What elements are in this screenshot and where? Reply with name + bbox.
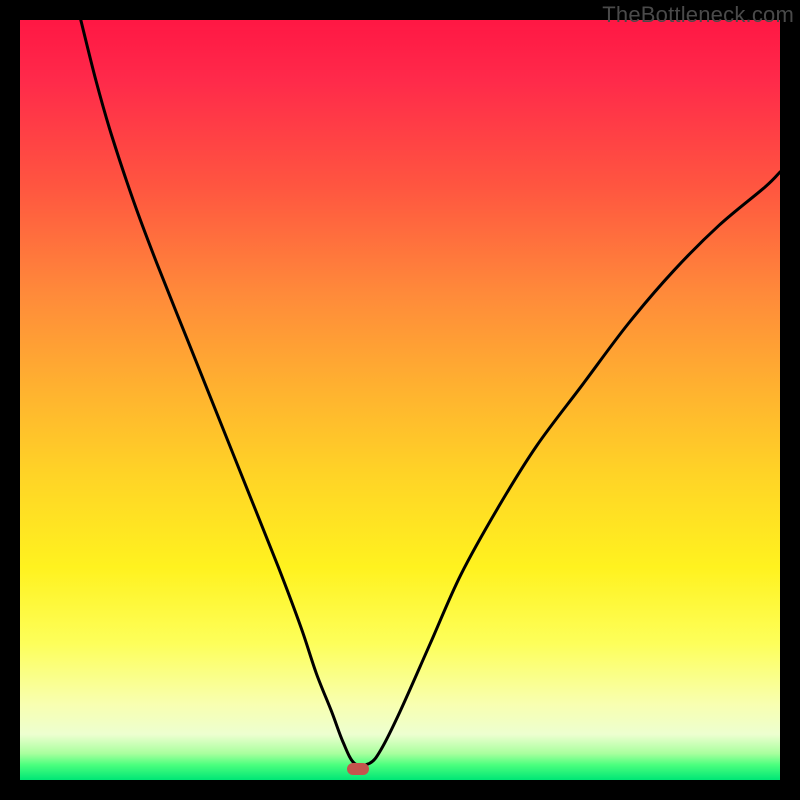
optimum-marker — [347, 763, 369, 775]
watermark-text: TheBottleneck.com — [602, 2, 794, 28]
heat-gradient — [20, 20, 780, 780]
plot-area — [20, 20, 780, 780]
chart-frame: TheBottleneck.com — [0, 0, 800, 800]
